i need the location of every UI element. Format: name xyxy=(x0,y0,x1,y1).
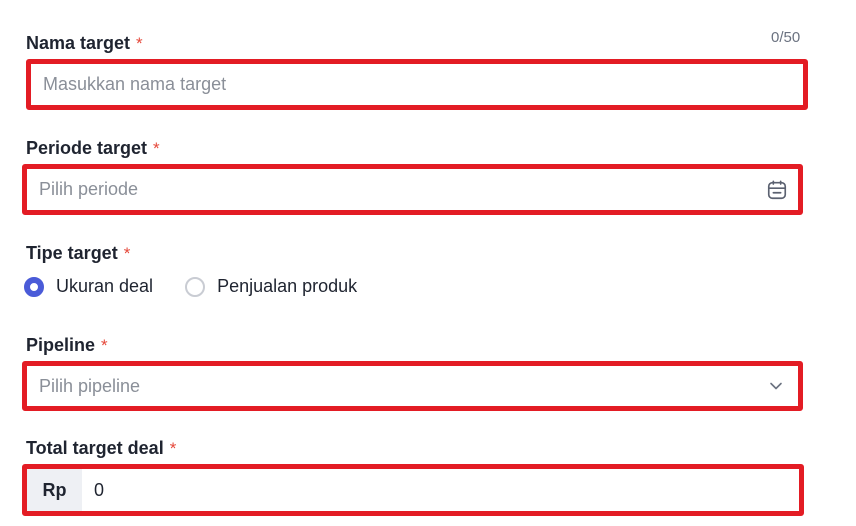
nama-target-input[interactable]: Masukkan nama target xyxy=(26,59,808,110)
pipeline-label-text: Pipeline xyxy=(26,335,96,355)
radio-penjualan-produk-label: Penjualan produk xyxy=(217,276,358,296)
pipeline-label: Pipeline * xyxy=(26,335,108,356)
nama-target-label: Nama target * xyxy=(26,33,143,54)
total-target-deal-label-text: Total target deal xyxy=(26,438,164,458)
total-target-deal-input[interactable]: Rp 0 xyxy=(22,464,804,516)
tipe-target-radio-group: Ukuran deal Penjualan produk xyxy=(24,276,389,297)
tipe-target-label: Tipe target * xyxy=(26,243,130,264)
calendar-icon[interactable] xyxy=(766,179,788,201)
tipe-target-label-text: Tipe target xyxy=(26,243,118,263)
chevron-down-icon[interactable] xyxy=(768,378,784,394)
radio-ukuran-deal[interactable]: Ukuran deal xyxy=(24,276,153,297)
currency-prefix: Rp xyxy=(27,469,82,511)
nama-target-placeholder: Masukkan nama target xyxy=(43,74,227,94)
periode-target-placeholder: Pilih periode xyxy=(39,179,139,199)
char-counter: 0/50 xyxy=(771,29,801,46)
total-target-deal-label: Total target deal * xyxy=(26,438,176,459)
total-target-deal-value[interactable]: 0 xyxy=(82,480,104,501)
required-mark: * xyxy=(169,438,177,458)
required-mark: * xyxy=(123,243,131,263)
pipeline-placeholder: Pilih pipeline xyxy=(39,375,141,396)
required-mark: * xyxy=(153,138,160,158)
required-mark: * xyxy=(101,335,108,355)
pipeline-select[interactable]: Pilih pipeline xyxy=(22,361,803,411)
periode-target-label-text: Periode target xyxy=(26,138,148,158)
radio-selected-indicator[interactable] xyxy=(24,276,44,297)
radio-ukuran-deal-label: Ukuran deal xyxy=(56,276,154,296)
nama-target-label-text: Nama target xyxy=(26,33,131,53)
required-mark: * xyxy=(136,33,143,53)
radio-penjualan-produk[interactable]: Penjualan produk xyxy=(185,276,357,297)
periode-target-label: Periode target * xyxy=(26,138,160,159)
radio-unselected-indicator[interactable] xyxy=(185,276,206,297)
periode-target-picker[interactable]: Pilih periode xyxy=(22,164,803,215)
